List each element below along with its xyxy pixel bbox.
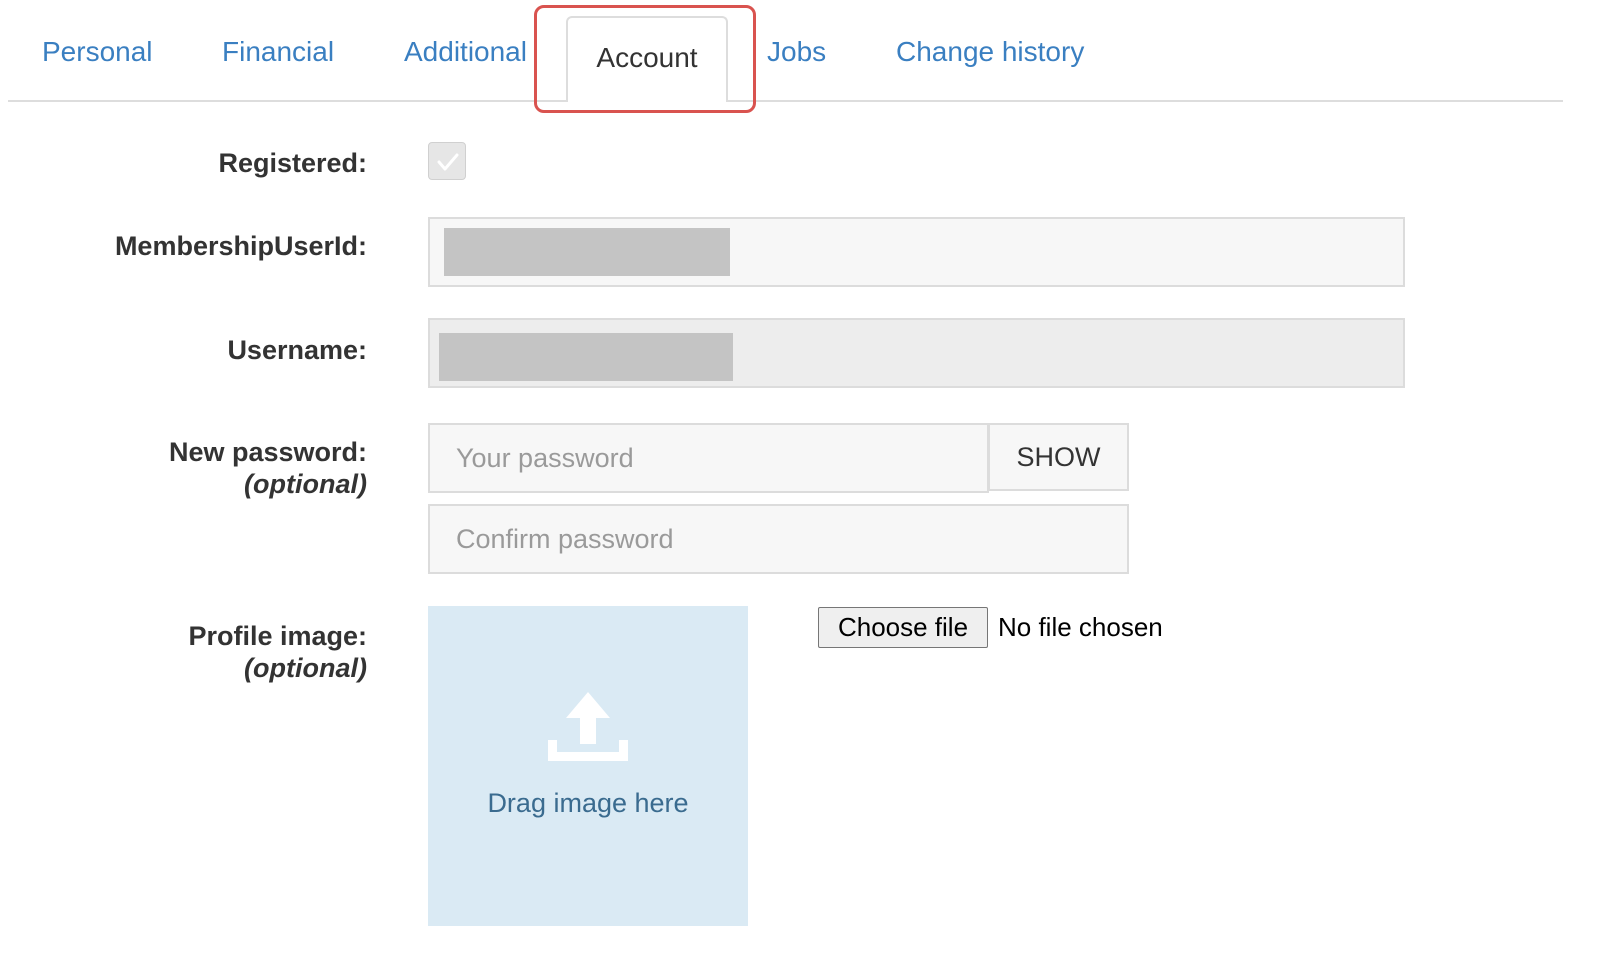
tab-account[interactable]: Account <box>566 16 728 102</box>
tab-jobs[interactable]: Jobs <box>767 36 826 68</box>
show-password-button[interactable]: SHOW <box>988 423 1129 491</box>
account-settings-page: Personal Financial Additional Account Jo… <box>0 0 1617 975</box>
drop-zone-text: Drag image here <box>487 788 689 818</box>
choose-file-button[interactable]: Choose file <box>818 607 988 648</box>
username-label: Username: <box>227 335 367 365</box>
tab-bar: Personal Financial Additional Account Jo… <box>8 0 1563 102</box>
tab-personal[interactable]: Personal <box>42 36 153 68</box>
check-icon <box>437 153 459 171</box>
membership-user-id-field[interactable] <box>428 217 1405 287</box>
password-input[interactable] <box>428 423 989 493</box>
profile-image-label: Profile image: (optional) <box>188 621 367 683</box>
registered-checkbox[interactable] <box>428 142 466 180</box>
file-status-text: No file chosen <box>998 612 1163 642</box>
tab-change-history[interactable]: Change history <box>896 36 1084 68</box>
username-field[interactable] <box>428 318 1405 388</box>
new-password-label: New password: (optional) <box>168 437 367 499</box>
redacted-value <box>439 333 733 381</box>
membership-user-id-label: MembershipUserId: <box>114 231 367 261</box>
tab-additional[interactable]: Additional <box>404 36 527 68</box>
upload-icon <box>548 692 628 761</box>
optional-note: (optional) <box>244 653 367 683</box>
redacted-value <box>444 228 730 276</box>
registered-label: Registered: <box>218 148 367 178</box>
confirm-password-input[interactable] <box>428 504 1129 574</box>
image-drop-zone[interactable]: Drag image here <box>428 606 748 926</box>
tab-financial[interactable]: Financial <box>222 36 334 68</box>
optional-note: (optional) <box>244 469 367 499</box>
